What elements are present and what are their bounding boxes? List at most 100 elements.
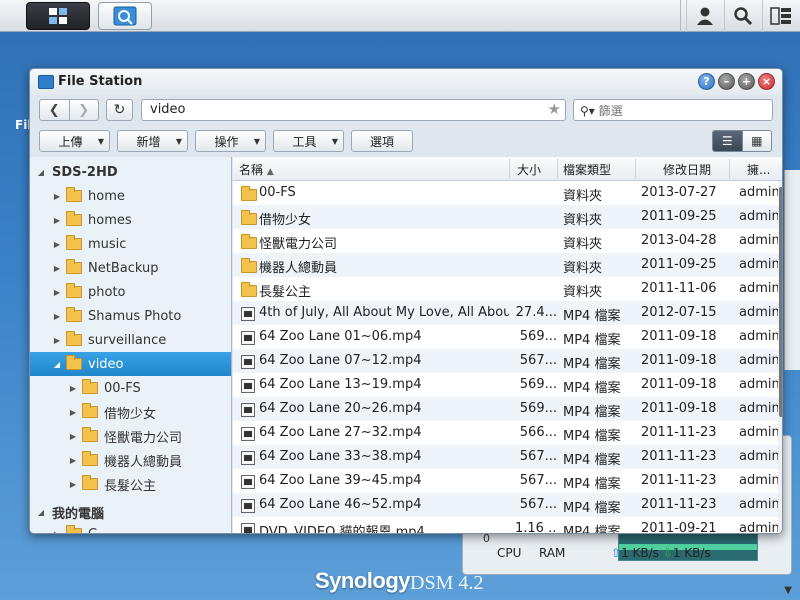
expand-arrow-icon[interactable]: ◢ (52, 360, 62, 369)
star-icon[interactable]: ★ (548, 100, 561, 118)
minimize-button[interactable]: – (718, 73, 735, 90)
expand-arrow-icon[interactable]: ▶ (52, 216, 62, 225)
expand-arrow-icon[interactable]: ▶ (68, 408, 78, 417)
expand-arrow-icon[interactable]: ▶ (52, 240, 62, 249)
upload-arrow-icon: ⇧ (611, 546, 622, 560)
file-owner: admin (739, 257, 779, 272)
expand-arrow-icon[interactable]: ▶ (52, 288, 62, 297)
tree-item-label: 借物少女 (104, 406, 157, 422)
app-icon (38, 75, 54, 89)
expand-arrow-icon[interactable]: ◢ (36, 168, 46, 177)
tree-my-computer[interactable]: ◢ 我的電腦 (30, 500, 231, 524)
back-button[interactable]: ❮ (40, 100, 69, 120)
table-row[interactable]: 64 Zoo Lane 39~45.mp4 567... MP4 檔案 2011-11… (233, 469, 779, 493)
search-button[interactable] (724, 0, 760, 32)
table-row[interactable]: 怪獸電力公司 資料夾 2013-04-28 admin (233, 229, 779, 253)
network-speed: ⇧1 KB/s ⇩1 KB/s (611, 546, 711, 560)
folder-icon (82, 451, 98, 466)
table-row[interactable]: 64 Zoo Lane 07~12.mp4 567... MP4 檔案 2011-09… (233, 349, 779, 373)
expand-arrow-icon[interactable]: ▶ (52, 336, 62, 345)
folder-icon (82, 427, 98, 442)
expand-arrow-icon[interactable]: ▶ (52, 264, 62, 273)
file-type: MP4 檔案 (563, 381, 621, 396)
tree-item-photo[interactable]: ▶ photo (30, 280, 231, 304)
tree-item-arrietty[interactable]: ▶ 借物少女 (30, 400, 231, 424)
create-button[interactable]: 新增 ▼ (117, 130, 188, 152)
tree-item-label: homes (88, 212, 132, 228)
user-button[interactable] (686, 0, 722, 32)
expand-arrow-icon[interactable]: ▶ (52, 530, 62, 534)
upload-button[interactable]: 上傳 ▼ (39, 130, 110, 152)
table-row[interactable]: 借物少女 資料夾 2011-09-25 admin (233, 205, 779, 229)
table-row[interactable]: 4th of July, All About My Love, All Abou… (233, 301, 779, 325)
table-row[interactable]: 00-FS 資料夾 2013-07-27 admin (233, 181, 779, 205)
taskbar-separator (680, 0, 681, 32)
tree-item-music[interactable]: ▶ music (30, 232, 231, 256)
table-row[interactable]: 64 Zoo Lane 01~06.mp4 569... MP4 檔案 2011-09… (233, 325, 779, 349)
settings-button[interactable]: 選項 (351, 130, 413, 152)
grid-icon (49, 8, 67, 24)
expand-arrow-icon[interactable]: ▶ (52, 192, 62, 201)
file-station-taskbar-button[interactable] (98, 2, 152, 30)
column-type[interactable]: 檔案類型 (563, 161, 611, 178)
file-modified: 2013-04-28 (641, 233, 717, 248)
tree-item-video[interactable]: ◢ video (30, 352, 231, 376)
column-modified[interactable]: 修改日期 (663, 161, 711, 178)
column-size[interactable]: 大小 (517, 161, 541, 178)
path-input[interactable]: video ★ (141, 99, 566, 121)
tree-item-wall-e[interactable]: ▶ 機器人總動員 (30, 448, 231, 472)
help-button[interactable]: ? (698, 73, 715, 90)
table-row[interactable]: 64 Zoo Lane 33~38.mp4 567... MP4 檔案 2011-11… (233, 445, 779, 469)
expand-arrow-icon[interactable]: ▶ (68, 456, 78, 465)
tree-item-homes[interactable]: ▶ homes (30, 208, 231, 232)
expand-arrow-icon[interactable]: ◢ (36, 508, 46, 517)
scrollbar-thumb[interactable] (779, 187, 782, 417)
forward-button[interactable]: ❯ (68, 100, 99, 120)
widgets-button[interactable] (762, 0, 798, 32)
table-row[interactable]: 64 Zoo Lane 13~19.mp4 569... MP4 檔案 2011-09… (233, 373, 779, 397)
refresh-button[interactable]: ↻ (106, 99, 133, 121)
video-file-icon (241, 475, 255, 489)
window-titlebar[interactable]: File Station ? – + × (30, 69, 782, 95)
table-row[interactable]: 機器人總動員 資料夾 2011-09-25 admin (233, 253, 779, 277)
chevron-down-icon[interactable]: ▼ (784, 585, 792, 596)
thumbnail-view-button[interactable]: ▦ (741, 131, 771, 151)
file-modified: 2011-11-23 (641, 497, 717, 512)
main-menu-button[interactable] (26, 2, 90, 30)
tree-item-shamus-photo[interactable]: ▶ Shamus Photo (30, 304, 231, 328)
file-owner: admin (739, 353, 779, 368)
tree-item-home[interactable]: ▶ home (30, 184, 231, 208)
tree-item-tangled[interactable]: ▶ 長髮公主 (30, 472, 231, 496)
table-row[interactable]: 長髮公主 資料夾 2011-11-06 admin (233, 277, 779, 301)
maximize-button[interactable]: + (738, 73, 755, 90)
file-type: 資料夾 (563, 261, 603, 276)
list-view-button[interactable]: ☰ (713, 131, 742, 151)
column-name[interactable]: 名稱 ▲ (239, 161, 274, 178)
expand-arrow-icon[interactable]: ▶ (68, 480, 78, 489)
vertical-scrollbar[interactable] (778, 181, 782, 533)
table-row[interactable]: 64 Zoo Lane 46~52.mp4 567... MP4 檔案 2011-11… (233, 493, 779, 517)
tree-item-netbackup[interactable]: ▶ NetBackup (30, 256, 231, 280)
tree-item-monsters-inc[interactable]: ▶ 怪獸電力公司 (30, 424, 231, 448)
file-name: DVD_VIDEO 貓的報恩.mp4 (259, 525, 425, 534)
tree-item-surveillance[interactable]: ▶ surveillance (30, 328, 231, 352)
table-row[interactable]: 64 Zoo Lane 20~26.mp4 569... MP4 檔案 2011-09… (233, 397, 779, 421)
expand-arrow-icon[interactable]: ▶ (68, 384, 78, 393)
file-name: 64 Zoo Lane 27~32.mp4 (259, 425, 422, 440)
action-button[interactable]: 操作 ▼ (195, 130, 266, 152)
file-owner: admin (739, 185, 779, 200)
expand-arrow-icon[interactable]: ▶ (52, 312, 62, 321)
tree-item-drive-c[interactable]: ▶ C (30, 522, 231, 534)
filter-input[interactable]: ⚲▾ 篩選 (573, 99, 773, 121)
tree-root[interactable]: ◢ SDS-2HD (30, 160, 231, 184)
file-size: 567... (519, 449, 557, 464)
expand-arrow-icon[interactable]: ▶ (68, 432, 78, 441)
close-button[interactable]: × (758, 73, 775, 90)
tree-item-00-fs[interactable]: ▶ 00-FS (30, 376, 231, 400)
table-row[interactable]: 64 Zoo Lane 27~32.mp4 566... MP4 檔案 2011-11… (233, 421, 779, 445)
table-row[interactable]: DVD_VIDEO 貓的報恩.mp4 1.16 ... MP4 檔案 2011-09-… (233, 517, 779, 534)
file-name: 64 Zoo Lane 39~45.mp4 (259, 473, 422, 488)
tools-button[interactable]: 工具 ▼ (273, 130, 344, 152)
file-size: 567... (519, 497, 557, 512)
column-owner[interactable]: 擁... (747, 161, 770, 178)
